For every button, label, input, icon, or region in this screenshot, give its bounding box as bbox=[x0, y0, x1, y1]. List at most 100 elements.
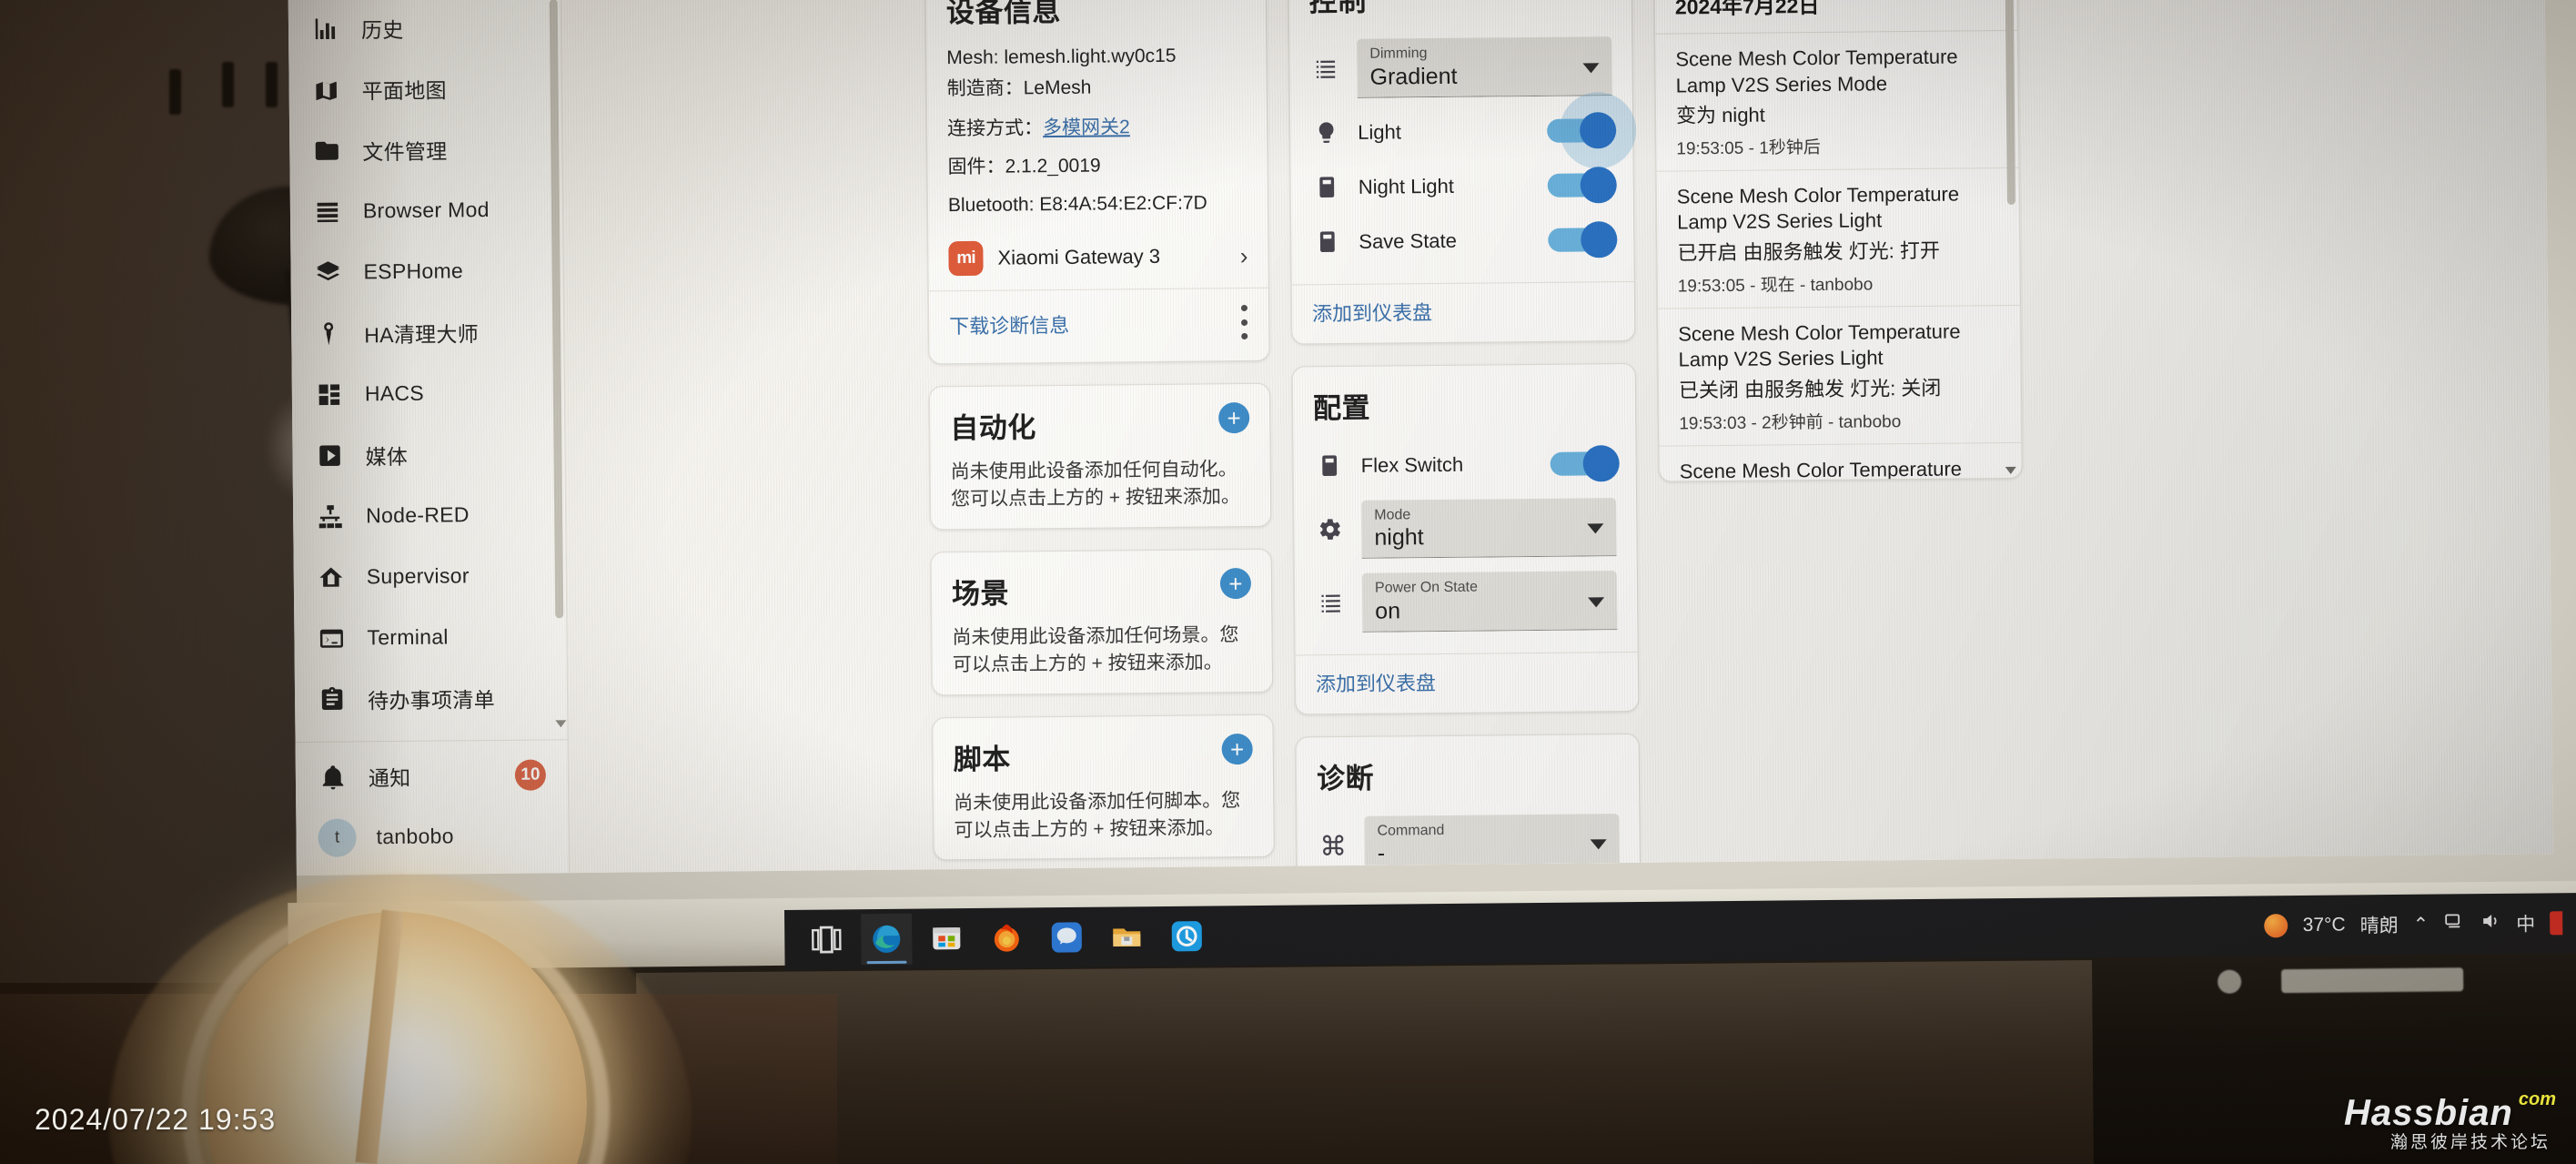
logbook-entry-name: Scene Mesh Color Temperature Lamp V2S Se… bbox=[1675, 45, 1958, 97]
device-firmware: 固件：2.1.2_0019 bbox=[947, 155, 1101, 178]
logbook-card: 2024年7月22日 Scene Mesh Color Temperature … bbox=[1653, 0, 2023, 482]
controls-column: 控制 Dimming Gradient Light Night Light Sa… bbox=[1288, 0, 1642, 874]
control-label: Night Light bbox=[1358, 174, 1455, 198]
logbook-entry-name: Scene Mesh Color Temperature Lamp V2S Se… bbox=[1676, 182, 1960, 234]
save-state-toggle[interactable] bbox=[1548, 227, 1614, 252]
card-title: 控制 bbox=[1308, 0, 1367, 18]
watermark-main-text: Hassbian bbox=[2344, 1093, 2513, 1133]
automations-empty-text: 尚未使用此设备添加任何自动化。您可以点击上方的 + 按钮来添加。 bbox=[950, 458, 1241, 511]
gateway-name: Xiaomi Gateway 3 bbox=[997, 245, 1161, 269]
device-info-card: 设备信息 Mesh: lemesh.light.wy0c15 制造商：LeMes… bbox=[924, 0, 1270, 365]
dimming-label: Dimming bbox=[1369, 46, 1428, 62]
download-diagnostics-link[interactable]: 下载诊断信息 bbox=[949, 309, 1069, 339]
sidebar-item-hacs[interactable]: HACS bbox=[301, 361, 556, 425]
chevron-down-icon[interactable] bbox=[555, 720, 567, 728]
switch-icon bbox=[1311, 229, 1342, 254]
photo-timestamp: 2024/07/22 19:53 bbox=[35, 1103, 277, 1136]
add-to-dashboard-link[interactable]: 添加到仪表盘 bbox=[1312, 297, 1432, 327]
firefox-icon[interactable] bbox=[981, 912, 1033, 964]
light-toggle[interactable] bbox=[1547, 117, 1613, 143]
sitemap-icon bbox=[315, 501, 346, 531]
sidebar-item-user[interactable]: t tanbobo bbox=[305, 805, 560, 868]
ime-indicator[interactable]: 中 bbox=[2516, 910, 2535, 937]
device-info-column: 设备信息 Mesh: lemesh.light.wy0c15 制造商：LeMes… bbox=[924, 0, 1275, 869]
chevron-up-icon[interactable]: ⌃ bbox=[2413, 913, 2430, 936]
dimming-select[interactable]: Dimming Gradient bbox=[1357, 36, 1612, 98]
sidebar-user-label: tanbobo bbox=[376, 824, 454, 849]
device-connection-link[interactable]: 多模网关2 bbox=[1043, 116, 1130, 138]
home-assistant-icon bbox=[316, 562, 347, 592]
tray-weather-condition[interactable]: 晴朗 bbox=[2359, 911, 2399, 938]
dimming-value: Gradient bbox=[1369, 63, 1458, 90]
xiaomi-logo-icon: mi bbox=[948, 240, 984, 277]
tray-notification-marker[interactable] bbox=[2550, 911, 2563, 936]
file-explorer-icon[interactable] bbox=[1101, 911, 1153, 963]
sidebar-item-label: Terminal bbox=[367, 624, 449, 650]
volume-icon[interactable] bbox=[2480, 910, 2501, 937]
mode-select[interactable]: Mode night bbox=[1361, 497, 1617, 559]
list-item[interactable]: Scene Mesh Color Temperature Lamp V2S Se… bbox=[1655, 30, 2019, 172]
chevron-down-icon bbox=[1587, 523, 1604, 534]
scripts-empty-text: 尚未使用此设备添加任何脚本。您可以点击上方的 + 按钮来添加。 bbox=[954, 789, 1241, 842]
gear-icon bbox=[1314, 517, 1345, 542]
device-page-content: 设备信息 Mesh: lemesh.light.wy0c15 制造商：LeMes… bbox=[561, 0, 2553, 874]
card-title: 自动化 bbox=[950, 411, 1036, 445]
list-item[interactable]: Scene Mesh Color Temperature Lamp V2S Se… bbox=[1656, 167, 2021, 309]
chart-bar-icon bbox=[310, 13, 341, 44]
sidebar-item-node-red[interactable]: Node-RED bbox=[302, 483, 557, 547]
sidebar-item-browser-mod[interactable]: Browser Mod bbox=[299, 178, 554, 242]
switch-icon bbox=[1314, 453, 1345, 478]
sidebar-item-notifications[interactable]: 通知 10 bbox=[305, 744, 560, 807]
network-icon[interactable] bbox=[2443, 910, 2465, 937]
monitor-stand-knob bbox=[2217, 969, 2242, 994]
bell-icon bbox=[318, 761, 349, 792]
sidebar-item-supervisor[interactable]: Supervisor bbox=[302, 544, 557, 608]
add-script-button[interactable]: + bbox=[1221, 733, 1253, 764]
sidebar-item-terminal[interactable]: Terminal bbox=[303, 605, 558, 669]
sidebar-item-label: 通知 bbox=[368, 765, 411, 790]
command-label: Command bbox=[1377, 822, 1445, 839]
gateway-row[interactable]: mi Xiaomi Gateway 3 › bbox=[948, 238, 1248, 277]
microsoft-store-icon[interactable] bbox=[921, 913, 973, 965]
device-model: Mesh: lemesh.light.wy0c15 bbox=[946, 45, 1177, 69]
sidebar-item-esphome[interactable]: ESPHome bbox=[299, 239, 554, 303]
power-on-state-select[interactable]: Power On State on bbox=[1361, 571, 1618, 633]
device-connection-label: 连接方式： bbox=[947, 117, 1044, 140]
tray-temperature[interactable]: 37°C bbox=[2303, 915, 2346, 936]
logbook-entry-name: Scene Mesh Color Temperature Lamp V2S Se… bbox=[1679, 457, 1963, 482]
scenes-empty-text: 尚未使用此设备添加任何场景。您可以点击上方的 + 按钮来添加。 bbox=[952, 623, 1239, 676]
add-to-dashboard-link[interactable]: 添加到仪表盘 bbox=[1316, 667, 1436, 697]
sidebar-bottom: 通知 10 t tanbobo bbox=[296, 744, 569, 876]
lightbulb-icon bbox=[1310, 120, 1341, 145]
night-light-toggle[interactable] bbox=[1547, 172, 1613, 197]
sidebar-item-developer-tools[interactable]: 开发者工具 bbox=[304, 727, 559, 736]
home-assistant-app-icon[interactable] bbox=[1161, 910, 1213, 962]
automations-header: 自动化 + bbox=[950, 401, 1250, 459]
add-scene-button[interactable]: + bbox=[1219, 567, 1252, 600]
list-item[interactable]: Scene Mesh Color Temperature Lamp V2S Se… bbox=[1659, 442, 2023, 482]
sidebar-item-history[interactable]: 历史 bbox=[298, 0, 552, 59]
card-title: 诊断 bbox=[1316, 762, 1375, 795]
sidebar-item-file-manager[interactable]: 文件管理 bbox=[298, 117, 553, 181]
wechat-icon[interactable] bbox=[1041, 912, 1093, 964]
overflow-menu-icon[interactable]: • • • bbox=[1240, 294, 1249, 349]
list-item[interactable]: Scene Mesh Color Temperature Lamp V2S Se… bbox=[1658, 305, 2022, 447]
control-label: Light bbox=[1358, 119, 1402, 144]
edge-browser-icon[interactable] bbox=[861, 913, 913, 966]
sidebar-item-todo-list[interactable]: 待办事项清单 bbox=[304, 666, 559, 730]
sidebar-item-floorplan[interactable]: 平面地图 bbox=[298, 56, 552, 120]
controls-card: 控制 Dimming Gradient Light Night Light Sa… bbox=[1288, 0, 1636, 345]
device-info-footer: 下载诊断信息 • • • bbox=[928, 287, 1269, 349]
weather-sun-icon bbox=[2264, 914, 2288, 938]
sidebar-item-media[interactable]: 媒体 bbox=[301, 422, 556, 486]
scripts-header: 脚本 + bbox=[954, 733, 1254, 790]
control-label: Save State bbox=[1359, 228, 1458, 253]
task-view-icon[interactable] bbox=[801, 914, 853, 966]
add-automation-button[interactable]: + bbox=[1218, 401, 1250, 434]
watermark-sub-text: 瀚思彼岸技术论坛 bbox=[2389, 1133, 2551, 1152]
home-assistant-app: 历史 平面地图 文件管理 Browser Mod ESPHome HA清理大师 … bbox=[288, 0, 2553, 876]
sidebar-item-ha-cleaner[interactable]: HA清理大师 bbox=[300, 300, 555, 364]
flex-switch-toggle[interactable] bbox=[1550, 450, 1616, 476]
sidebar-item-label: 文件管理 bbox=[362, 138, 448, 164]
chevron-down-icon[interactable] bbox=[2005, 466, 2016, 475]
